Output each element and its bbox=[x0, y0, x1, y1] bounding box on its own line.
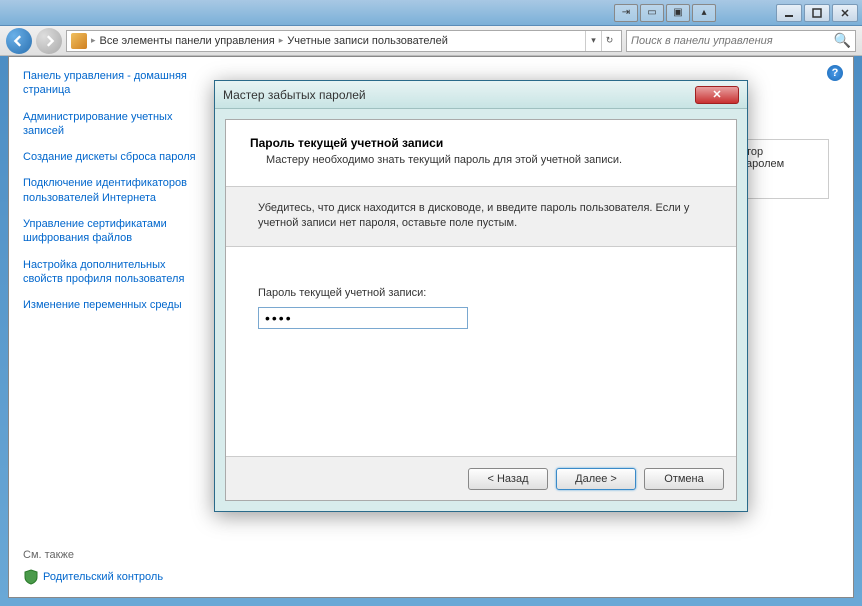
dialog-titlebar: Мастер забытых паролей ✕ bbox=[215, 81, 747, 109]
breadcrumb[interactable]: ▸ Все элементы панели управления ▸ Учетн… bbox=[66, 30, 622, 52]
sidebar-link-env-vars[interactable]: Изменение переменных среды bbox=[23, 298, 205, 312]
control-panel-icon bbox=[71, 33, 87, 49]
next-button[interactable]: Далее > bbox=[556, 468, 636, 490]
breadcrumb-dropdown[interactable]: ▾ bbox=[585, 31, 601, 51]
sidebar-link-parental[interactable]: Родительский контроль bbox=[23, 569, 205, 585]
breadcrumb-item[interactable]: Все элементы панели управления bbox=[100, 35, 275, 47]
password-label: Пароль текущей учетной записи: bbox=[258, 287, 704, 299]
dialog-button-bar: < Назад Далее > Отмена bbox=[226, 456, 736, 500]
titlebar-tool-1[interactable]: ⇥ bbox=[614, 4, 638, 22]
sidebar-footer-title: См. также bbox=[23, 549, 205, 561]
chevron-right-icon: ▸ bbox=[91, 35, 96, 46]
sidebar: Панель управления - домашняя страница Ад… bbox=[9, 57, 219, 597]
sidebar-link-create-reset-disk[interactable]: Создание дискеты сброса пароля bbox=[23, 150, 205, 164]
maximize-button[interactable] bbox=[804, 4, 830, 22]
wizard-dialog: Мастер забытых паролей ✕ Пароль текущей … bbox=[214, 80, 748, 512]
dialog-close-button[interactable]: ✕ bbox=[695, 86, 739, 104]
search-box[interactable]: 🔍 bbox=[626, 30, 856, 52]
breadcrumb-refresh[interactable]: ↻ bbox=[601, 31, 617, 51]
dialog-instruction: Убедитесь, что диск находится в дисковод… bbox=[226, 187, 736, 247]
back-button[interactable] bbox=[6, 28, 32, 54]
dialog-title-text: Мастер забытых паролей bbox=[223, 88, 366, 102]
dialog-body: Пароль текущей учетной записи Мастеру не… bbox=[225, 119, 737, 501]
dialog-subheading: Мастеру необходимо знать текущий пароль … bbox=[266, 154, 712, 166]
search-icon[interactable]: 🔍 bbox=[834, 32, 851, 49]
close-button[interactable] bbox=[832, 4, 858, 22]
window-titlebar: ⇥ ▭ ▣ ▴ bbox=[0, 0, 862, 26]
sidebar-link-online-ids[interactable]: Подключение идентификаторов пользователе… bbox=[23, 176, 205, 205]
sidebar-link-encryption-certs[interactable]: Управление сертификатами шифрования файл… bbox=[23, 217, 205, 246]
sidebar-link-profile-props[interactable]: Настройка дополнительных свойств профиля… bbox=[23, 258, 205, 287]
password-input[interactable] bbox=[258, 307, 468, 329]
titlebar-tool-2[interactable]: ▭ bbox=[640, 4, 664, 22]
sidebar-home-link[interactable]: Панель управления - домашняя страница bbox=[23, 69, 205, 98]
dialog-heading: Пароль текущей учетной записи bbox=[250, 136, 712, 150]
titlebar-tool-4[interactable]: ▴ bbox=[692, 4, 716, 22]
titlebar-tool-3[interactable]: ▣ bbox=[666, 4, 690, 22]
search-input[interactable] bbox=[631, 35, 834, 47]
navigation-bar: ▸ Все элементы панели управления ▸ Учетн… bbox=[0, 26, 862, 56]
cancel-button[interactable]: Отмена bbox=[644, 468, 724, 490]
minimize-button[interactable] bbox=[776, 4, 802, 22]
account-tile-partial: тор аролем bbox=[739, 139, 829, 199]
forward-button[interactable] bbox=[36, 28, 62, 54]
shield-icon bbox=[23, 569, 39, 585]
breadcrumb-item[interactable]: Учетные записи пользователей bbox=[287, 35, 448, 47]
back-button[interactable]: < Назад bbox=[468, 468, 548, 490]
chevron-right-icon: ▸ bbox=[279, 35, 284, 46]
sidebar-link-admin-accounts[interactable]: Администрирование учетных записей bbox=[23, 110, 205, 139]
